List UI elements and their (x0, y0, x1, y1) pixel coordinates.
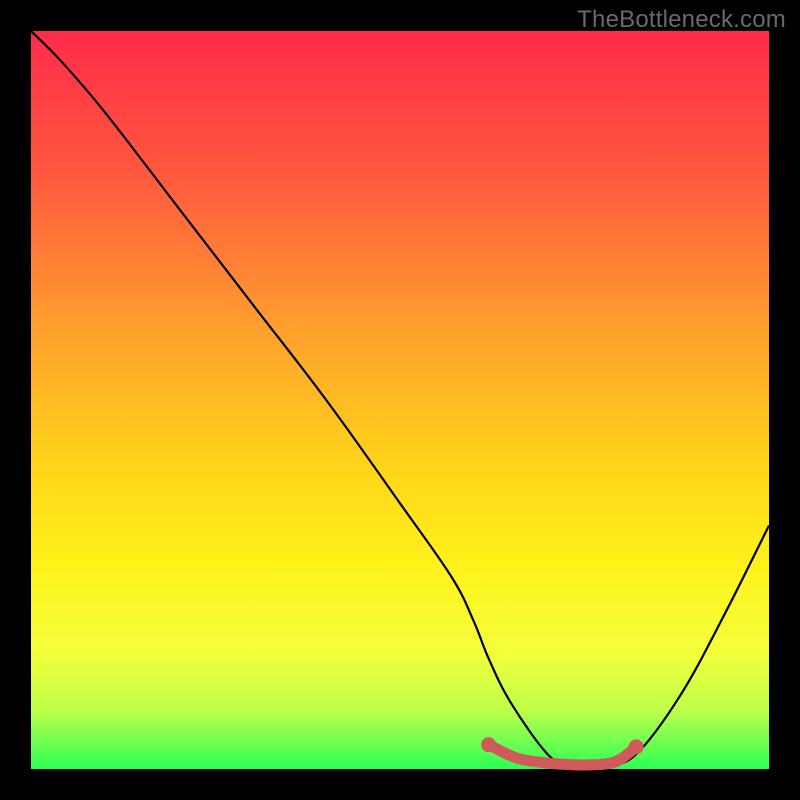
bottleneck-chart (0, 0, 800, 800)
plot-background (31, 31, 769, 769)
watermark-text: TheBottleneck.com (577, 6, 786, 34)
chart-frame: TheBottleneck.com (0, 0, 800, 800)
